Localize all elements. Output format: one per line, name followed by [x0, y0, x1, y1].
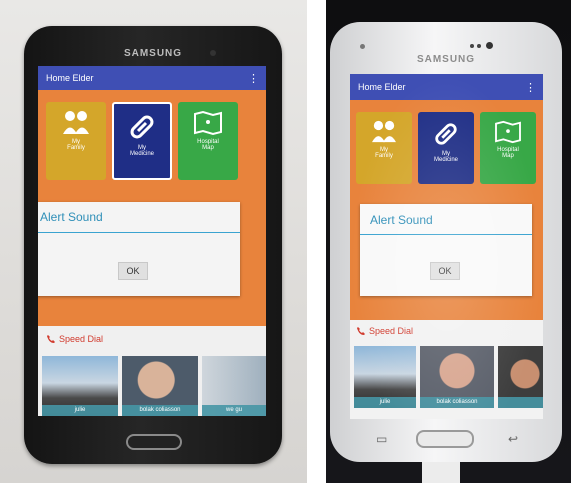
tile-area: My Family My Medicine Hospital Map Alert…: [38, 90, 266, 326]
dialog-title: Alert Sound: [370, 213, 433, 227]
dialog-title: Alert Sound: [40, 210, 103, 224]
overflow-menu-icon[interactable]: ⋮: [248, 72, 259, 85]
tile-area: My Family My Medicine Hospital Map Alert…: [350, 100, 543, 320]
pill-icon: [435, 123, 457, 145]
ok-button[interactable]: OK: [430, 262, 460, 280]
pill-icon: [130, 115, 154, 139]
photo-black-phone: SAMSUNG Home Elder ⋮ My Family My Medici…: [0, 0, 307, 483]
tile-label: My Medicine: [433, 151, 458, 163]
family-icon: [63, 111, 89, 134]
contact-name: we gu: [202, 405, 266, 416]
contact-card[interactable]: bolak coliasson: [122, 356, 198, 416]
overflow-menu-icon[interactable]: ⋮: [525, 81, 536, 94]
phone-icon: [357, 327, 365, 335]
tile-my-medicine[interactable]: My Medicine: [112, 102, 172, 180]
contact-card[interactable]: bolak coliasson: [420, 346, 494, 408]
dialog-divider: [38, 232, 240, 233]
app-bar: Home Elder ⋮: [38, 66, 266, 90]
contact-name: julie: [42, 405, 118, 416]
tile-my-family[interactable]: My Family: [46, 102, 106, 180]
contact-name: bolak coliasson: [420, 397, 494, 408]
tile-label: Hospital Map: [497, 147, 519, 159]
app-title: Home Elder: [46, 73, 94, 83]
ok-button[interactable]: OK: [118, 262, 148, 280]
family-icon: [372, 120, 396, 143]
black-phone: SAMSUNG Home Elder ⋮ My Family My Medici…: [24, 26, 282, 464]
app-title: Home Elder: [358, 82, 406, 92]
contact-card[interactable]: julie: [42, 356, 118, 416]
brand-logo: SAMSUNG: [416, 54, 476, 65]
tile-my-family[interactable]: My Family: [356, 112, 412, 184]
phone-icon: [47, 335, 55, 343]
contact-name: bolak coliasson: [122, 405, 198, 416]
tile-hospital-map[interactable]: Hospital Map: [178, 102, 238, 180]
app-bar: Home Elder ⋮: [350, 74, 543, 100]
recent-apps-icon[interactable]: ▭: [376, 432, 387, 446]
photo-white-phone: SAMSUNG Home Elder ⋮ My Family My Medici…: [326, 0, 571, 483]
alert-dialog: Alert Sound OK: [360, 204, 532, 296]
alert-dialog: Alert Sound OK: [38, 202, 240, 296]
contact-card[interactable]: julie: [354, 346, 416, 408]
phone-screen: Home Elder ⋮ My Family My Medicine Hospi…: [350, 74, 543, 419]
tile-my-medicine[interactable]: My Medicine: [418, 112, 474, 184]
brand-logo: SAMSUNG: [123, 48, 183, 59]
home-button[interactable]: [126, 434, 182, 450]
white-phone: SAMSUNG Home Elder ⋮ My Family My Medici…: [330, 22, 562, 462]
map-icon: [495, 120, 521, 144]
dialog-divider: [360, 234, 532, 235]
contact-name: julie: [354, 397, 416, 408]
tile-label: Hospital Map: [197, 139, 219, 151]
contact-card[interactable]: [498, 346, 543, 408]
charging-cable: [422, 462, 460, 483]
back-icon[interactable]: ↩: [508, 432, 518, 446]
speed-dial-label: Speed Dial: [356, 326, 413, 336]
tile-label: My Family: [375, 147, 393, 159]
map-icon: [194, 110, 222, 136]
speed-dial-text: Speed Dial: [59, 334, 104, 344]
contact-card[interactable]: we gu: [202, 356, 266, 416]
sensor-dot: [360, 44, 365, 49]
sensor-dot: [470, 44, 474, 48]
phone-screen: Home Elder ⋮ My Family My Medicine Hospi…: [38, 66, 266, 416]
contact-name: [498, 397, 543, 408]
sensor-dot: [477, 44, 481, 48]
speed-dial-label: Speed Dial: [46, 334, 103, 344]
speed-dial-text: Speed Dial: [369, 326, 414, 336]
home-button[interactable]: [416, 430, 474, 448]
tile-label: My Family: [67, 139, 85, 151]
tile-label: My Medicine: [129, 145, 154, 157]
tile-hospital-map[interactable]: Hospital Map: [480, 112, 536, 184]
front-camera: [486, 42, 493, 49]
